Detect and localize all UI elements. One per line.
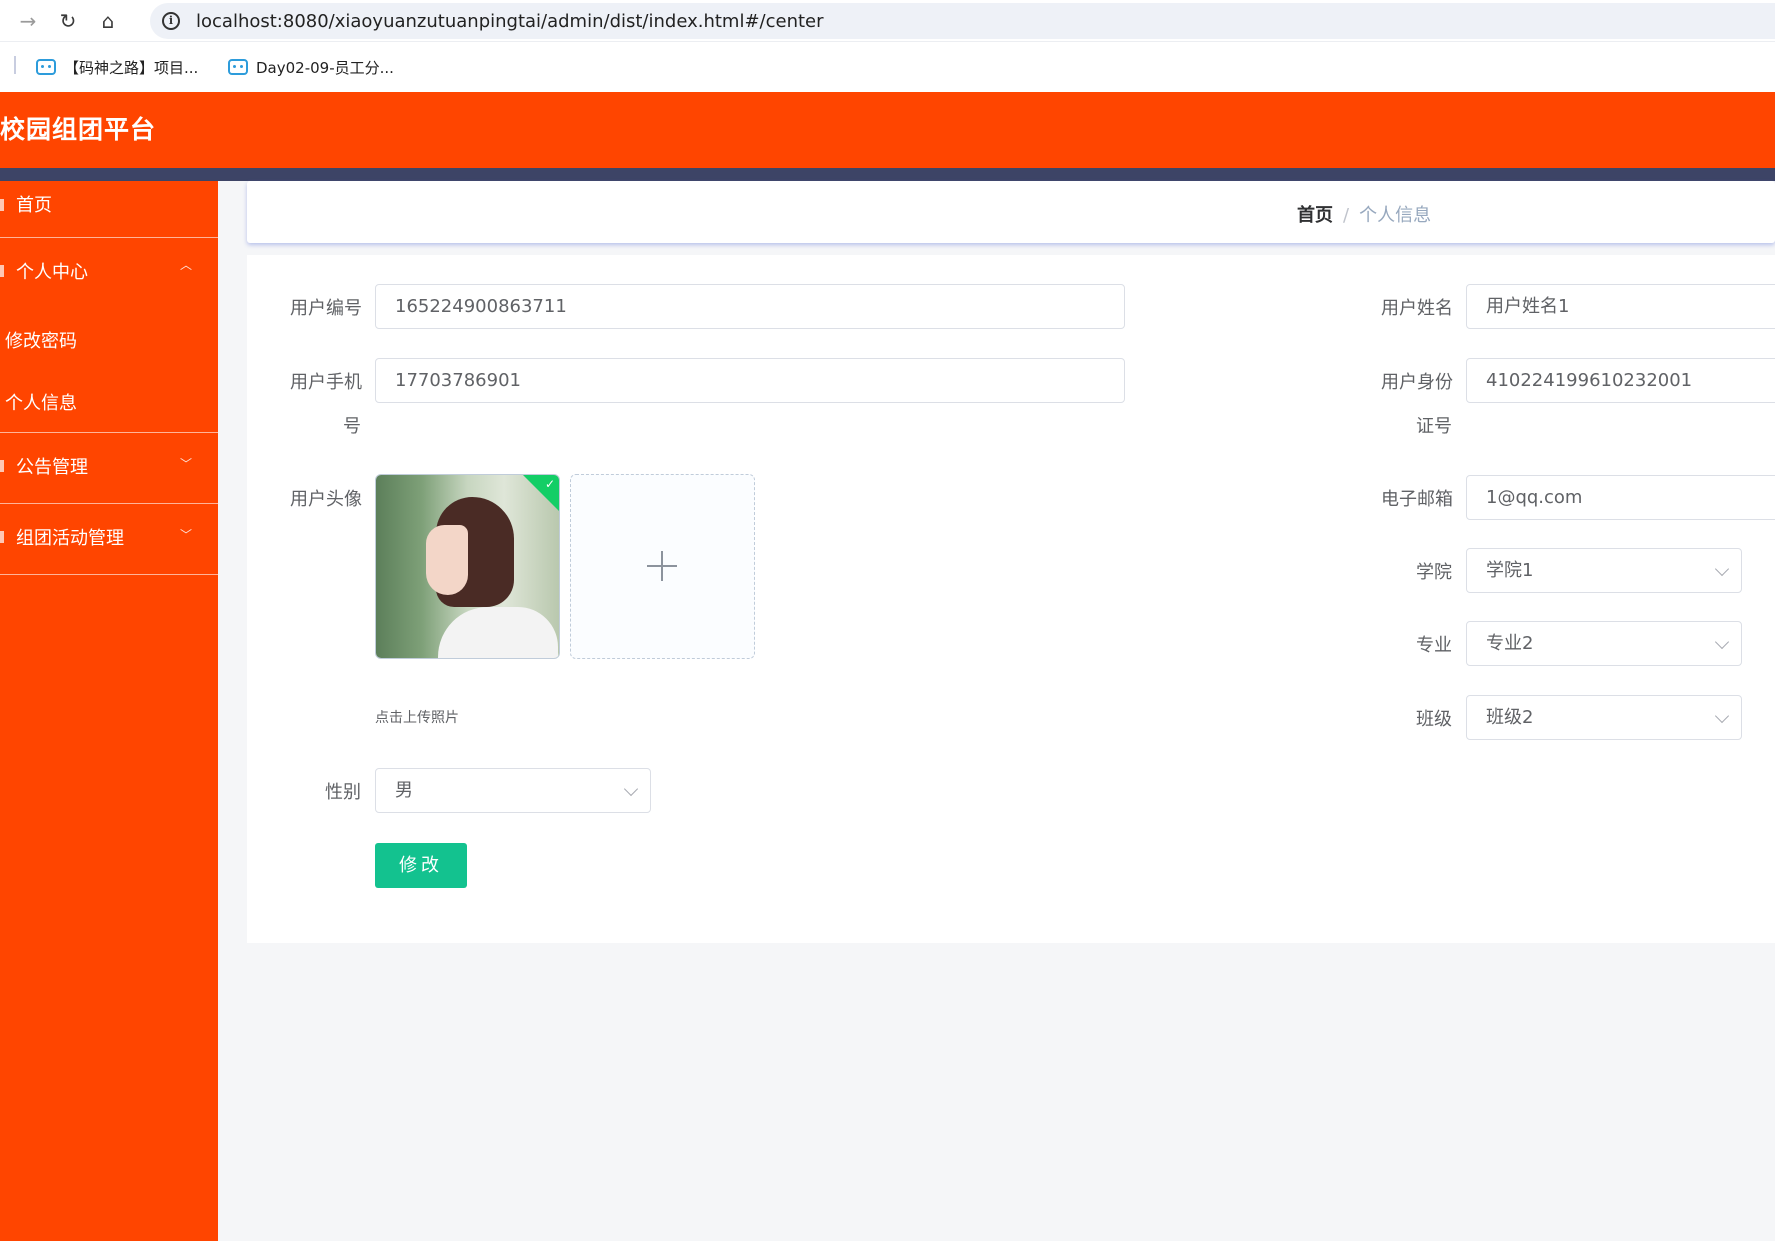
sidebar-item-personal-info[interactable]: 个人信息 — [5, 389, 77, 415]
submit-button[interactable]: 修改 — [375, 843, 467, 888]
avatar-shirt — [438, 607, 558, 658]
avatar-label: 用户头像 — [290, 489, 362, 510]
menu-divider — [0, 574, 218, 575]
breadcrumb-current: 个人信息 — [1359, 205, 1432, 226]
college-label: 学院 — [1416, 562, 1452, 583]
email-input[interactable]: 1@qq.com — [1466, 475, 1775, 520]
chevron-up-icon: ︿ — [180, 258, 193, 272]
id-card-label: 用户身份 — [1381, 372, 1453, 393]
college-select[interactable]: 学院1 — [1466, 548, 1742, 593]
bilibili-icon — [36, 59, 56, 75]
sidebar-item-notice-management[interactable]: 公告管理 ﹀ — [0, 433, 218, 503]
bookmarks-separator — [14, 56, 16, 74]
browser-toolbar: → ↻ ⌂ i localhost:8080/xiaoyuanzutuanpin… — [0, 0, 1775, 42]
college-value: 学院1 — [1486, 560, 1534, 581]
user-menu-icon — [0, 265, 4, 277]
sidebar-item-label: 首页 — [16, 195, 52, 216]
avatar-thumbnail[interactable]: ✓ — [375, 474, 560, 659]
class-select[interactable]: 班级2 — [1466, 695, 1742, 740]
user-id-input[interactable]: 165224900863711 — [375, 284, 1125, 329]
user-name-input[interactable]: 用户姓名1 — [1466, 284, 1775, 329]
bookmark-item[interactable]: Day02-09-员工分... — [228, 56, 394, 78]
upload-tip: 点击上传照片 — [375, 710, 459, 726]
id-card-label-continued: 证号 — [1416, 416, 1452, 437]
sidebar: 首页 个人中心 ︿ 修改密码 个人信息 公告管理 ﹀ 组团活动管理 ﹀ — [0, 181, 218, 1241]
chevron-down-icon — [1714, 708, 1730, 724]
bilibili-icon — [228, 59, 248, 75]
bookmark-item[interactable]: 【码神之路】项目... — [36, 56, 198, 78]
breadcrumb-home[interactable]: 首页 — [1297, 205, 1333, 226]
major-label: 专业 — [1416, 635, 1452, 656]
bookmark-label: 【码神之路】项目... — [64, 58, 199, 77]
check-icon: ✓ — [544, 477, 555, 491]
url-text: localhost:8080/xiaoyuanzutuanpingtai/adm… — [196, 11, 824, 32]
sidebar-item-activity-management[interactable]: 组团活动管理 ﹀ — [0, 504, 218, 574]
user-id-label: 用户编号 — [290, 298, 362, 319]
header-strip — [0, 168, 1775, 181]
chevron-down-icon — [1714, 634, 1730, 650]
chevron-down-icon — [623, 781, 639, 797]
home-icon[interactable]: ⌂ — [96, 9, 120, 33]
user-name-label: 用户姓名 — [1381, 298, 1453, 319]
activity-menu-icon — [0, 531, 4, 543]
app-header: 校园组团平台 — [0, 92, 1775, 168]
chevron-down-icon: ﹀ — [180, 457, 193, 471]
bookmarks-bar: 【码神之路】项目... Day02-09-员工分... — [0, 42, 1775, 92]
app-title: 校园组团平台 — [0, 115, 157, 144]
sidebar-item-change-password[interactable]: 修改密码 — [5, 327, 77, 353]
sidebar-item-label: 公告管理 — [16, 457, 88, 478]
class-label: 班级 — [1416, 709, 1452, 730]
notice-menu-icon — [0, 460, 4, 472]
major-select[interactable]: 专业2 — [1466, 621, 1742, 666]
profile-form: 用户编号 165224900863711 用户姓名 用户姓名1 用户手机 号 1… — [247, 255, 1775, 943]
chevron-down-icon — [1714, 561, 1730, 577]
home-menu-icon — [0, 199, 4, 211]
site-info-icon[interactable]: i — [162, 12, 180, 30]
gender-select[interactable]: 男 — [375, 768, 651, 813]
avatar-face — [426, 525, 468, 595]
forward-icon[interactable]: → — [16, 9, 40, 33]
breadcrumb-separator: / — [1343, 205, 1350, 226]
phone-label: 用户手机 — [290, 372, 362, 393]
gender-label: 性别 — [325, 782, 361, 803]
reload-icon[interactable]: ↻ — [56, 9, 80, 33]
breadcrumb-card: 首页 / 个人信息 — [247, 181, 1775, 243]
class-value: 班级2 — [1486, 707, 1534, 728]
email-label: 电子邮箱 — [1381, 489, 1453, 510]
phone-input[interactable]: 17703786901 — [375, 358, 1125, 403]
sidebar-item-home[interactable]: 首页 — [0, 181, 218, 237]
avatar-upload-button[interactable] — [570, 474, 755, 659]
breadcrumb: 首页 / 个人信息 — [1297, 201, 1431, 227]
phone-label-continued: 号 — [343, 416, 361, 437]
major-value: 专业2 — [1486, 633, 1534, 654]
chevron-down-icon: ﹀ — [180, 528, 193, 542]
bookmark-label: Day02-09-员工分... — [256, 58, 394, 77]
plus-icon — [647, 551, 677, 581]
sidebar-item-label: 组团活动管理 — [16, 528, 124, 549]
address-bar[interactable]: i localhost:8080/xiaoyuanzutuanpingtai/a… — [150, 3, 1775, 39]
sidebar-item-label: 个人中心 — [16, 262, 88, 283]
sidebar-item-personal-center[interactable]: 个人中心 ︿ — [0, 238, 218, 308]
id-card-input[interactable]: 410224199610232001 — [1466, 358, 1775, 403]
gender-value: 男 — [395, 780, 413, 801]
